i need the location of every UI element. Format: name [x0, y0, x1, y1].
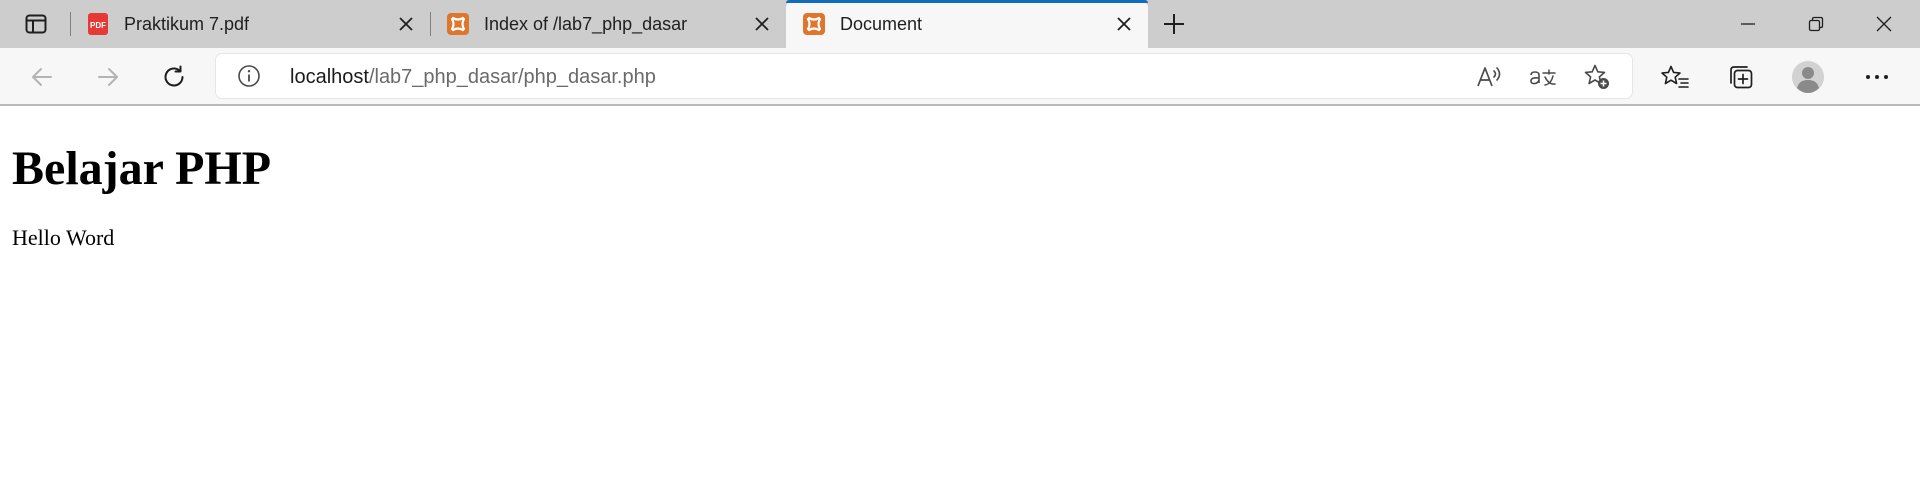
tab-close-button[interactable] [752, 14, 772, 34]
tab-index-lab7[interactable]: Index of /lab7_php_dasar [430, 0, 786, 48]
tab-close-button[interactable] [396, 14, 416, 34]
pdf-icon-label: PDF [90, 21, 106, 30]
xampp-icon [446, 12, 470, 36]
page-content: Belajar PHP Hello Word [0, 107, 1920, 504]
xampp-icon [802, 12, 826, 36]
tab-title: Document [840, 14, 923, 34]
tab-actions-icon [25, 14, 47, 34]
forward-arrow-icon [98, 68, 118, 86]
refresh-button[interactable] [156, 59, 192, 95]
url-host: localhost [290, 66, 369, 88]
read-aloud-button[interactable] [1474, 62, 1504, 92]
translate-icon [1530, 69, 1556, 86]
add-favorite-button[interactable] [1582, 62, 1612, 92]
back-button[interactable] [24, 59, 60, 95]
close-icon [1876, 16, 1892, 32]
refresh-icon [164, 65, 184, 87]
close-window-button[interactable] [1850, 0, 1918, 48]
profile-avatar-icon [1792, 61, 1824, 93]
back-arrow-icon [32, 68, 52, 86]
profile-button[interactable] [1789, 59, 1827, 95]
read-aloud-icon [1477, 67, 1501, 87]
close-icon [755, 17, 769, 31]
url-text[interactable]: localhost/lab7_php_dasar/php_dasar.php [290, 66, 656, 89]
new-tab-button[interactable] [1156, 8, 1192, 40]
favorites-button[interactable] [1656, 59, 1694, 95]
pdf-icon: PDF [86, 12, 110, 36]
site-info-button[interactable] [236, 63, 262, 89]
plus-icon [1164, 14, 1184, 34]
tab-actions-button[interactable] [14, 8, 58, 40]
close-icon [399, 17, 413, 31]
browser-toolbar: localhost/lab7_php_dasar/php_dasar.php [0, 48, 1920, 106]
url-path: /lab7_php_dasar/php_dasar.php [368, 66, 656, 88]
more-icon [1866, 75, 1888, 79]
tab-strip: PDF Praktikum 7.pdf Index of /lab7_php_d… [0, 0, 1920, 48]
close-icon [1117, 17, 1131, 31]
settings-more-button[interactable] [1858, 59, 1896, 95]
star-add-icon [1584, 64, 1609, 89]
tab-praktikum-pdf[interactable]: PDF Praktikum 7.pdf [70, 0, 430, 48]
address-bar[interactable]: localhost/lab7_php_dasar/php_dasar.php [216, 54, 1632, 98]
collections-icon [1730, 66, 1753, 89]
minimize-icon [1741, 23, 1755, 25]
favorites-icon [1661, 65, 1689, 88]
forward-button[interactable] [90, 59, 126, 95]
tab-document[interactable]: Document [786, 0, 1148, 48]
translate-button[interactable] [1528, 62, 1558, 92]
restore-button[interactable] [1782, 0, 1850, 48]
restore-icon [1808, 16, 1824, 32]
collections-button[interactable] [1722, 59, 1760, 95]
page-paragraph: Hello Word [12, 225, 115, 250]
page-heading: Belajar PHP [12, 142, 272, 195]
tab-title: Index of /lab7_php_dasar [484, 14, 688, 34]
info-icon [238, 65, 260, 87]
minimize-button[interactable] [1714, 0, 1782, 48]
tab-title: Praktikum 7.pdf [124, 14, 250, 34]
tab-close-button[interactable] [1114, 14, 1134, 34]
